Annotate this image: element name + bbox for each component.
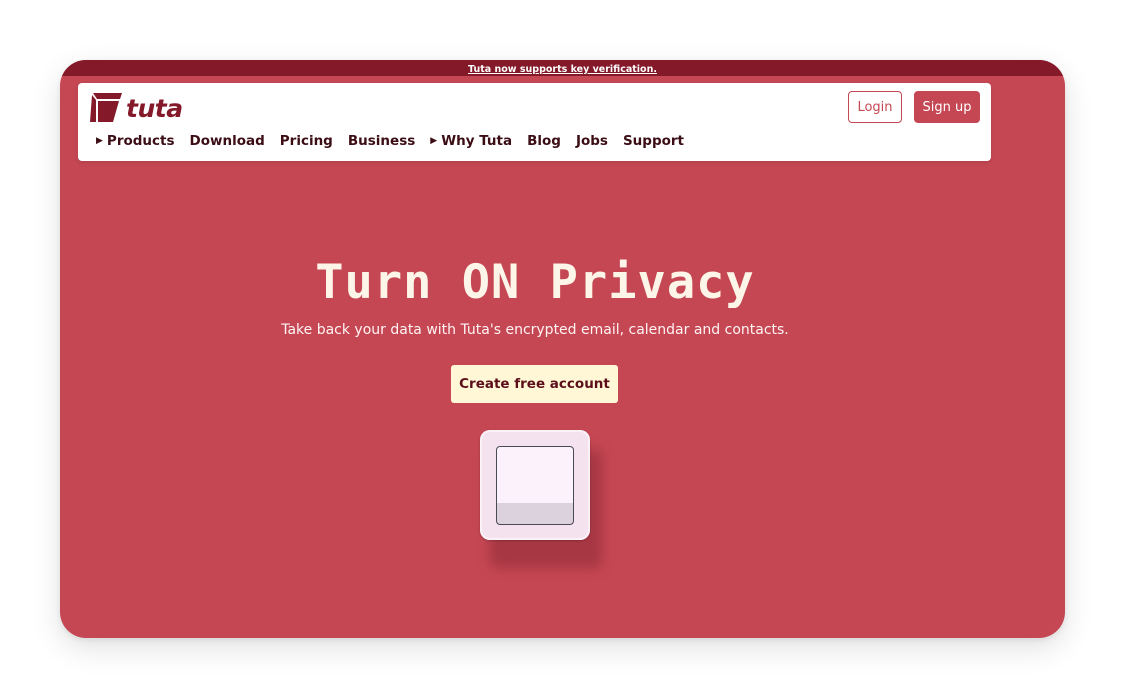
page-frame: Tuta now supports key verification. tuta… bbox=[60, 60, 1065, 638]
header-card: tuta ▶ Products Download Pricing Busines… bbox=[78, 83, 991, 161]
nav-item-business[interactable]: Business bbox=[348, 133, 415, 149]
nav-item-label: Download bbox=[189, 133, 265, 149]
announcement-link[interactable]: Tuta now supports key verification. bbox=[468, 64, 657, 75]
nav-item-blog[interactable]: Blog bbox=[527, 133, 561, 149]
nav-item-label: Pricing bbox=[279, 133, 333, 149]
hero-title: Turn ON Privacy bbox=[315, 255, 755, 310]
switch-rocker bbox=[496, 446, 574, 525]
signup-button[interactable]: Sign up bbox=[914, 91, 980, 123]
nav-item-label: Support bbox=[622, 133, 684, 149]
caret-right-icon: ▶ bbox=[430, 136, 438, 146]
login-button[interactable]: Login bbox=[848, 91, 902, 123]
announcement-bar: Tuta now supports key verification. bbox=[60, 60, 1065, 76]
logo-wordmark: tuta bbox=[126, 94, 183, 123]
nav-item-why-tuta[interactable]: ▶ Why Tuta bbox=[430, 133, 512, 149]
nav-item-label: Business bbox=[347, 133, 416, 149]
nav-item-pricing[interactable]: Pricing bbox=[280, 133, 333, 149]
hero-subtitle: Take back your data with Tuta's encrypte… bbox=[281, 322, 789, 338]
caret-right-icon: ▶ bbox=[96, 136, 103, 146]
main-nav: ▶ Products Download Pricing Business ▶ W… bbox=[96, 133, 699, 149]
nav-item-support[interactable]: Support bbox=[623, 133, 684, 149]
nav-item-label: Blog bbox=[527, 133, 561, 149]
nav-item-label: Jobs bbox=[575, 133, 608, 149]
tuta-logo[interactable]: tuta bbox=[89, 91, 183, 127]
nav-item-download[interactable]: Download bbox=[190, 133, 265, 149]
nav-item-products[interactable]: ▶ Products bbox=[96, 133, 175, 149]
create-account-button[interactable]: Create free account bbox=[451, 365, 618, 403]
nav-item-label: Products bbox=[106, 133, 175, 149]
nav-item-jobs[interactable]: Jobs bbox=[576, 133, 608, 149]
nav-item-label: Why Tuta bbox=[441, 133, 513, 149]
tuta-logo-icon bbox=[89, 91, 123, 127]
light-switch-icon[interactable] bbox=[480, 430, 590, 540]
